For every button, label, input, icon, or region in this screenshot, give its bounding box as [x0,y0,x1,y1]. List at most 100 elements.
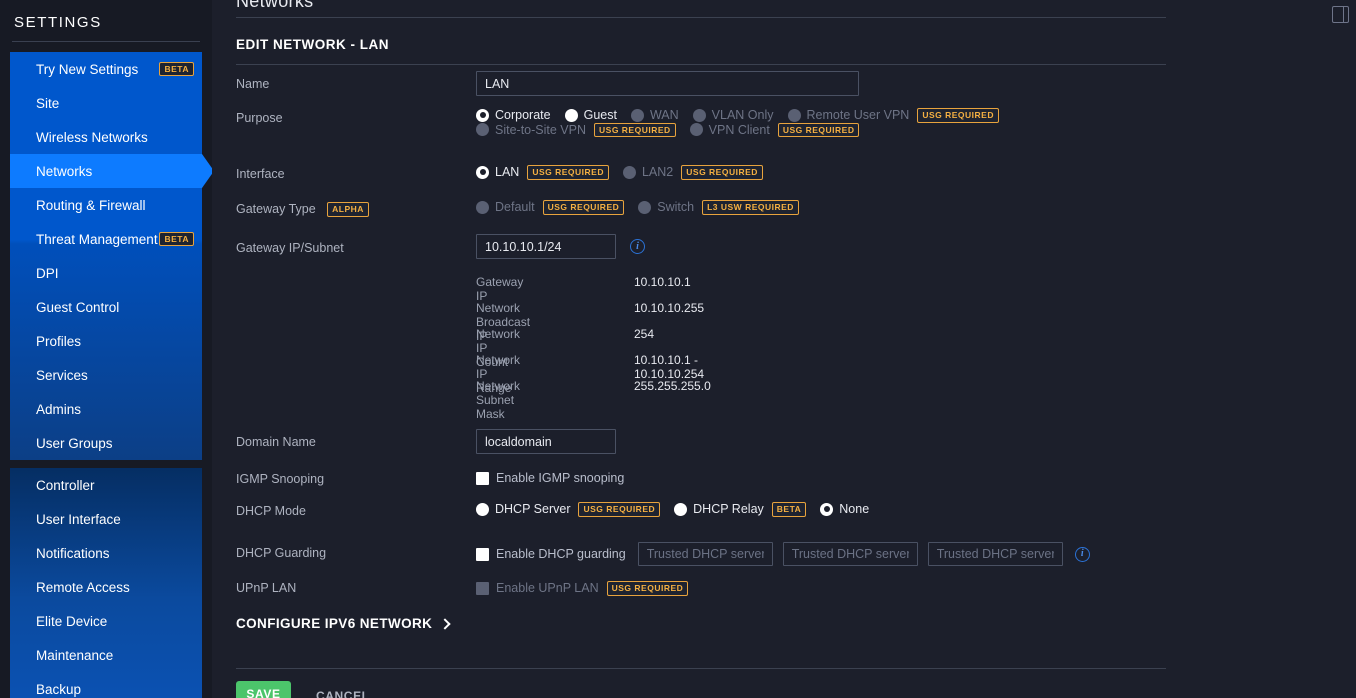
gateway-type-radio-group[interactable]: Default USG REQUIRED Switch L3 USW REQUIRED [476,200,813,215]
sidebar-item-remote-access[interactable]: Remote Access [10,570,202,604]
sidebar-item-controller[interactable]: Controller [10,468,202,502]
dhcp-mode-option-none[interactable]: None [820,502,869,516]
alpha-badge: ALPHA [327,202,369,218]
purpose-option-corporate[interactable]: Corporate [476,108,551,122]
network-info-value: 10.10.10.255 [634,301,705,315]
gateway-subnet-input[interactable] [476,234,616,259]
dhcp-mode-radio-group[interactable]: DHCP Server USG REQUIRED DHCP Relay BETA Non… [476,502,883,517]
purpose-option-vlan-only: VLAN Only [692,108,774,123]
sidebar-item-label: Admins [36,401,82,417]
network-info-value: 10.10.10.1 [634,275,691,289]
sidebar-item-site[interactable]: Site [10,86,202,120]
configure-ipv6-network-label: CONFIGURE IPV6 NETWORK [236,616,433,631]
purpose-radio-group[interactable]: Corporate Guest WAN VLAN Only Remote User VP… [476,108,1136,138]
usg-required-badge: USG REQUIRED [917,108,999,123]
option-label: LAN [495,165,520,180]
sidebar-item-threat-management[interactable]: Threat Management BETA [10,222,202,256]
purpose-option-site-to-site-vpn: Site-to-Site VPN USG REQUIRED [476,122,676,138]
option-label: DHCP Server [495,502,571,517]
interface-radio-group[interactable]: LAN USG REQUIRED LAN2 USG REQUIRED [476,165,777,180]
sidebar-item-label: Notifications [36,545,110,561]
network-info-key: Gateway IP [476,275,524,303]
radio-icon[interactable] [820,502,834,516]
sidebar-item-try-new-settings[interactable]: Try New Settings BETA [10,52,202,86]
sidebar-item-wireless-networks[interactable]: Wireless Networks [10,120,202,154]
sidebar-item-label: DPI [36,265,59,281]
usg-required-badge: USG REQUIRED [542,200,625,215]
interface-label: Interface [236,167,285,181]
main-content: Networks EDIT NETWORK - LAN Name Purpose… [212,0,1356,698]
sidebar-item-backup[interactable]: Backup [10,672,202,698]
radio-icon[interactable] [476,502,489,516]
sidebar-item-maintenance[interactable]: Maintenance [10,638,202,672]
panel-toggle-icon[interactable] [1332,6,1349,23]
interface-option-lan[interactable]: LAN USG REQUIRED [476,165,609,180]
page-title: SETTINGS [14,14,102,31]
purpose-option-guest[interactable]: Guest [564,108,617,122]
name-label: Name [236,77,270,91]
interface-option-lan2: LAN2 USG REQUIRED [622,165,763,180]
option-label: VLAN Only [711,108,774,123]
radio-icon [692,108,706,122]
divider-under-title [236,64,1166,65]
sidebar-item-label: Backup [36,681,82,697]
sidebar-item-label: Elite Device [36,613,108,629]
purpose-label: Purpose [236,111,283,125]
domain-name-label: Domain Name [236,435,316,449]
upnp-label: UPnP LAN [236,581,297,595]
dhcp-guarding-checkbox-label: Enable DHCP guarding [496,547,626,561]
sidebar-item-admins[interactable]: Admins [10,392,202,426]
name-input[interactable] [476,71,859,96]
divider-footer [236,668,1166,669]
section-title: EDIT NETWORK - LAN [236,37,389,52]
dhcp-mode-option-dhcp-relay[interactable]: DHCP Relay BETA [674,502,807,517]
sidebar-item-label: Networks [36,163,93,179]
network-info-value: 255.255.255.0 [634,379,711,393]
radio-icon[interactable] [564,108,578,122]
l3-usw-required-badge: L3 USW REQUIRED [702,200,799,215]
trusted-dhcp-server-3-input[interactable] [927,542,1063,566]
sidebar-item-label: Site [36,95,60,111]
sidebar-item-notifications[interactable]: Notifications [10,536,202,570]
dhcp-guarding-info-icon[interactable]: i [1074,546,1090,562]
info-icon[interactable]: i [630,239,645,254]
option-label: WAN [649,108,679,123]
sidebar-item-user-interface[interactable]: User Interface [10,502,202,536]
settings-page: SETTINGS Try New Settings BETA Site Wireles… [0,0,1356,698]
beta-badge: BETA [771,502,807,517]
igmp-checkbox[interactable] [476,471,489,485]
dhcp-mode-option-dhcp-server[interactable]: DHCP Server USG REQUIRED [476,502,661,517]
domain-name-input[interactable] [476,429,616,454]
dhcp-guarding-checkbox[interactable] [476,547,489,561]
trusted-dhcp-server-2-input[interactable] [782,542,918,566]
sidebar-item-routing-firewall[interactable]: Routing & Firewall [10,188,202,222]
radio-icon [638,200,652,214]
usg-required-badge: USG REQUIRED [594,122,676,138]
divider-top [236,17,1166,18]
sidebar-item-profiles[interactable]: Profiles [10,324,202,358]
sidebar-item-user-groups[interactable]: User Groups [10,426,202,460]
radio-icon [630,108,644,122]
radio-icon[interactable] [476,108,489,122]
option-label: None [839,502,870,517]
sidebar-item-label: User Groups [36,435,113,451]
save-button[interactable]: SAVE [236,681,291,698]
cancel-button[interactable]: CANCEL [310,688,376,698]
sidebar-item-dpi[interactable]: DPI [10,256,202,290]
trusted-dhcp-server-1-input[interactable] [637,542,773,566]
igmp-checkbox-label: Enable IGMP snooping [496,471,625,485]
gateway-type-label: Gateway Type ALPHA [236,202,369,218]
sidebar-item-label: Threat Management [36,231,158,247]
radio-icon [622,165,636,179]
breadcrumb: Networks [236,0,314,11]
radio-icon[interactable] [476,165,489,179]
radio-icon[interactable] [674,502,688,516]
sidebar-item-elite-device[interactable]: Elite Device [10,604,202,638]
sidebar-item-guest-control[interactable]: Guest Control [10,290,202,324]
sidebar-item-services[interactable]: Services [10,358,202,392]
gateway-subnet-label: Gateway IP/Subnet [236,241,344,255]
option-label: Switch [657,200,695,215]
sidebar-item-networks[interactable]: Networks [10,154,214,188]
configure-ipv6-network-link[interactable]: CONFIGURE IPV6 NETWORK [236,616,451,631]
sidebar-item-label: Routing & Firewall [36,197,146,213]
